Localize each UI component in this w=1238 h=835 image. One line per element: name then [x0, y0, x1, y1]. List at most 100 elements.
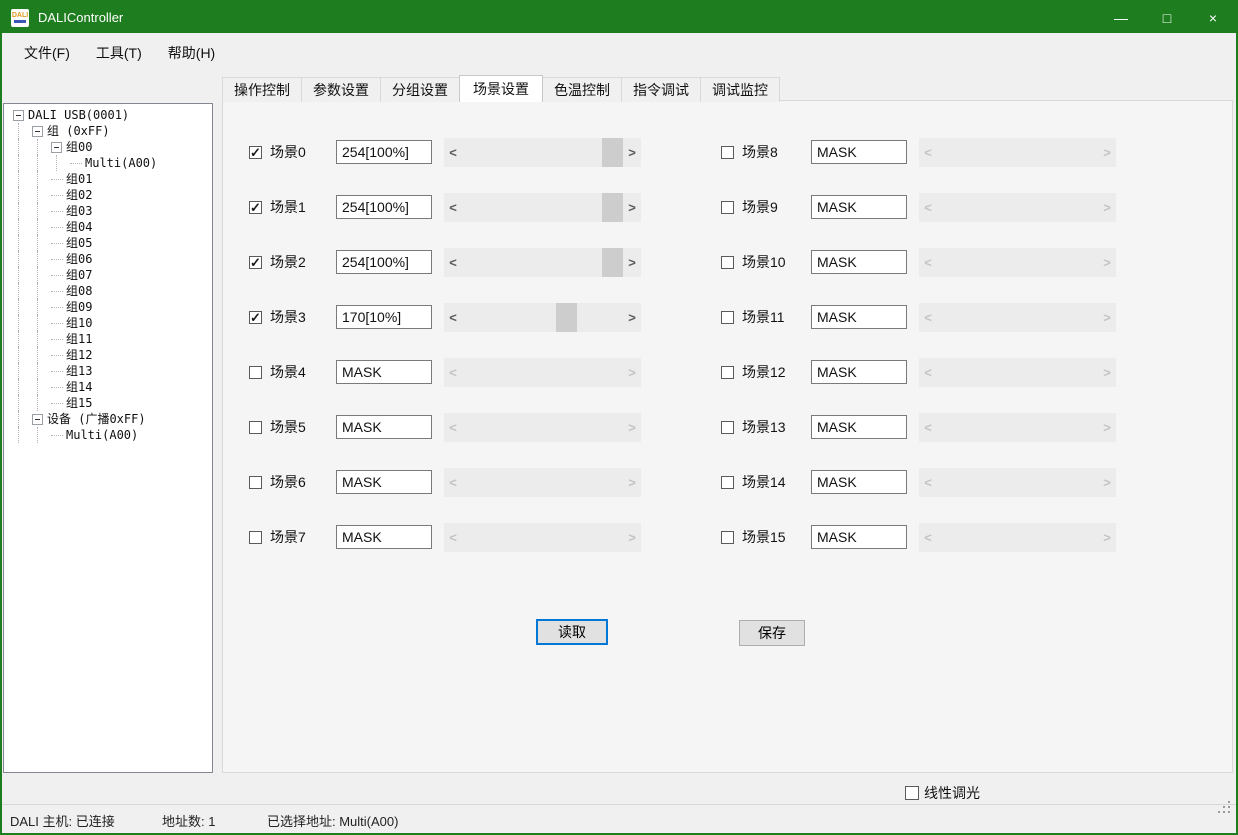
tree-collapse-icon[interactable]	[32, 126, 43, 137]
scene-value-input[interactable]	[811, 470, 907, 494]
tree-item-label[interactable]: 组05	[66, 235, 92, 251]
linear-dimming-option[interactable]: 线性调光	[905, 783, 980, 803]
tab-parameter-settings[interactable]: 参数设置	[301, 77, 381, 102]
scene-value-input[interactable]	[811, 250, 907, 274]
tree-item-label[interactable]: 组14	[66, 379, 92, 395]
tree-item[interactable]: Multi(A00)	[4, 155, 212, 171]
scene-level-slider[interactable]: <>	[444, 248, 641, 277]
slider-left-arrow-icon[interactable]: <	[444, 255, 462, 270]
tree-item[interactable]: 组06	[4, 251, 212, 267]
scene-value-input[interactable]	[336, 250, 432, 274]
tree-item-label[interactable]: 组02	[66, 187, 92, 203]
scene-level-slider[interactable]: <>	[444, 138, 641, 167]
scene-value-input[interactable]	[811, 305, 907, 329]
scene-value-input[interactable]	[336, 470, 432, 494]
tree-collapse-icon[interactable]	[32, 414, 43, 425]
scene-level-slider[interactable]: <>	[444, 303, 641, 332]
tree-item-label[interactable]: 组04	[66, 219, 92, 235]
menu-tools[interactable]: 工具(T)	[83, 38, 155, 68]
scene-checkbox[interactable]	[249, 256, 262, 269]
tree-item-label[interactable]: 组03	[66, 203, 92, 219]
tree-item[interactable]: 组07	[4, 267, 212, 283]
slider-left-arrow-icon[interactable]: <	[444, 200, 462, 215]
tree-item[interactable]: 组01	[4, 171, 212, 187]
tree-item[interactable]: 组09	[4, 299, 212, 315]
scene-checkbox[interactable]	[721, 311, 734, 324]
tree-item-label[interactable]: Multi(A00)	[85, 155, 157, 171]
tab-operation-control[interactable]: 操作控制	[222, 77, 302, 102]
tree-item[interactable]: Multi(A00)	[4, 427, 212, 443]
tree-item-label[interactable]: 组10	[66, 315, 92, 331]
scene-value-input[interactable]	[811, 525, 907, 549]
tab-scene-settings[interactable]: 场景设置	[459, 75, 543, 102]
slider-right-arrow-icon[interactable]: >	[623, 200, 641, 215]
tree-item-label[interactable]: 组00	[66, 139, 92, 155]
scene-checkbox[interactable]	[249, 201, 262, 214]
slider-track[interactable]	[462, 303, 623, 332]
tree-item-label[interactable]: 组 (0xFF)	[47, 123, 110, 139]
resize-grip-icon[interactable]	[1228, 811, 1230, 813]
tree-item-label[interactable]: 组06	[66, 251, 92, 267]
slider-right-arrow-icon[interactable]: >	[623, 310, 641, 325]
tab-grouping-settings[interactable]: 分组设置	[380, 77, 460, 102]
scene-checkbox[interactable]	[721, 366, 734, 379]
title-bar[interactable]: DALI DALIController — □ ×	[2, 2, 1236, 33]
tree-item[interactable]: 组08	[4, 283, 212, 299]
scene-value-input[interactable]	[811, 140, 907, 164]
scene-checkbox[interactable]	[721, 476, 734, 489]
tree-item[interactable]: 组13	[4, 363, 212, 379]
scene-level-slider[interactable]: <>	[444, 193, 641, 222]
tree-item-label[interactable]: 组07	[66, 267, 92, 283]
scene-checkbox[interactable]	[249, 421, 262, 434]
scene-checkbox[interactable]	[721, 256, 734, 269]
slider-thumb[interactable]	[602, 248, 623, 277]
tab-command-debug[interactable]: 指令调试	[621, 77, 701, 102]
tree-item-label[interactable]: 组15	[66, 395, 92, 411]
tree-item-label[interactable]: 设备 (广播0xFF)	[47, 411, 146, 427]
tree-item[interactable]: 组15	[4, 395, 212, 411]
tree-item[interactable]: 组03	[4, 203, 212, 219]
slider-track[interactable]	[462, 138, 623, 167]
scene-value-input[interactable]	[336, 195, 432, 219]
tree-item[interactable]: 组14	[4, 379, 212, 395]
tree-item[interactable]: 组02	[4, 187, 212, 203]
tree-item-label[interactable]: Multi(A00)	[66, 427, 138, 443]
linear-dimming-checkbox[interactable]	[905, 786, 919, 800]
tree-item-label[interactable]: 组09	[66, 299, 92, 315]
tree-item-label[interactable]: 组08	[66, 283, 92, 299]
save-button[interactable]: 保存	[739, 620, 805, 646]
scene-value-input[interactable]	[336, 140, 432, 164]
scene-checkbox[interactable]	[249, 146, 262, 159]
tree-collapse-icon[interactable]	[13, 110, 24, 121]
tree-item[interactable]: 组05	[4, 235, 212, 251]
tree-item[interactable]: 组04	[4, 219, 212, 235]
slider-left-arrow-icon[interactable]: <	[444, 310, 462, 325]
slider-thumb[interactable]	[602, 138, 623, 167]
scene-value-input[interactable]	[336, 360, 432, 384]
scene-value-input[interactable]	[336, 525, 432, 549]
tree-item-label[interactable]: 组01	[66, 171, 92, 187]
tab-debug-monitor[interactable]: 调试监控	[700, 77, 780, 102]
close-button[interactable]: ×	[1190, 2, 1236, 33]
scene-value-input[interactable]	[811, 360, 907, 384]
slider-right-arrow-icon[interactable]: >	[623, 145, 641, 160]
slider-thumb[interactable]	[556, 303, 577, 332]
tree-item[interactable]: DALI USB(0001)	[4, 107, 212, 123]
tree-item[interactable]: 组12	[4, 347, 212, 363]
tab-color-temperature[interactable]: 色温控制	[542, 77, 622, 102]
maximize-button[interactable]: □	[1144, 2, 1190, 33]
tree-item[interactable]: 组 (0xFF)	[4, 123, 212, 139]
scene-checkbox[interactable]	[249, 476, 262, 489]
slider-thumb[interactable]	[602, 193, 623, 222]
scene-value-input[interactable]	[811, 415, 907, 439]
minimize-button[interactable]: —	[1098, 2, 1144, 33]
scene-checkbox[interactable]	[249, 366, 262, 379]
scene-checkbox[interactable]	[721, 201, 734, 214]
scene-value-input[interactable]	[336, 305, 432, 329]
tree-item[interactable]: 组10	[4, 315, 212, 331]
scene-checkbox[interactable]	[249, 311, 262, 324]
tree-item-label[interactable]: 组12	[66, 347, 92, 363]
tree-item-label[interactable]: DALI USB(0001)	[28, 107, 129, 123]
scene-value-input[interactable]	[811, 195, 907, 219]
slider-track[interactable]	[462, 193, 623, 222]
